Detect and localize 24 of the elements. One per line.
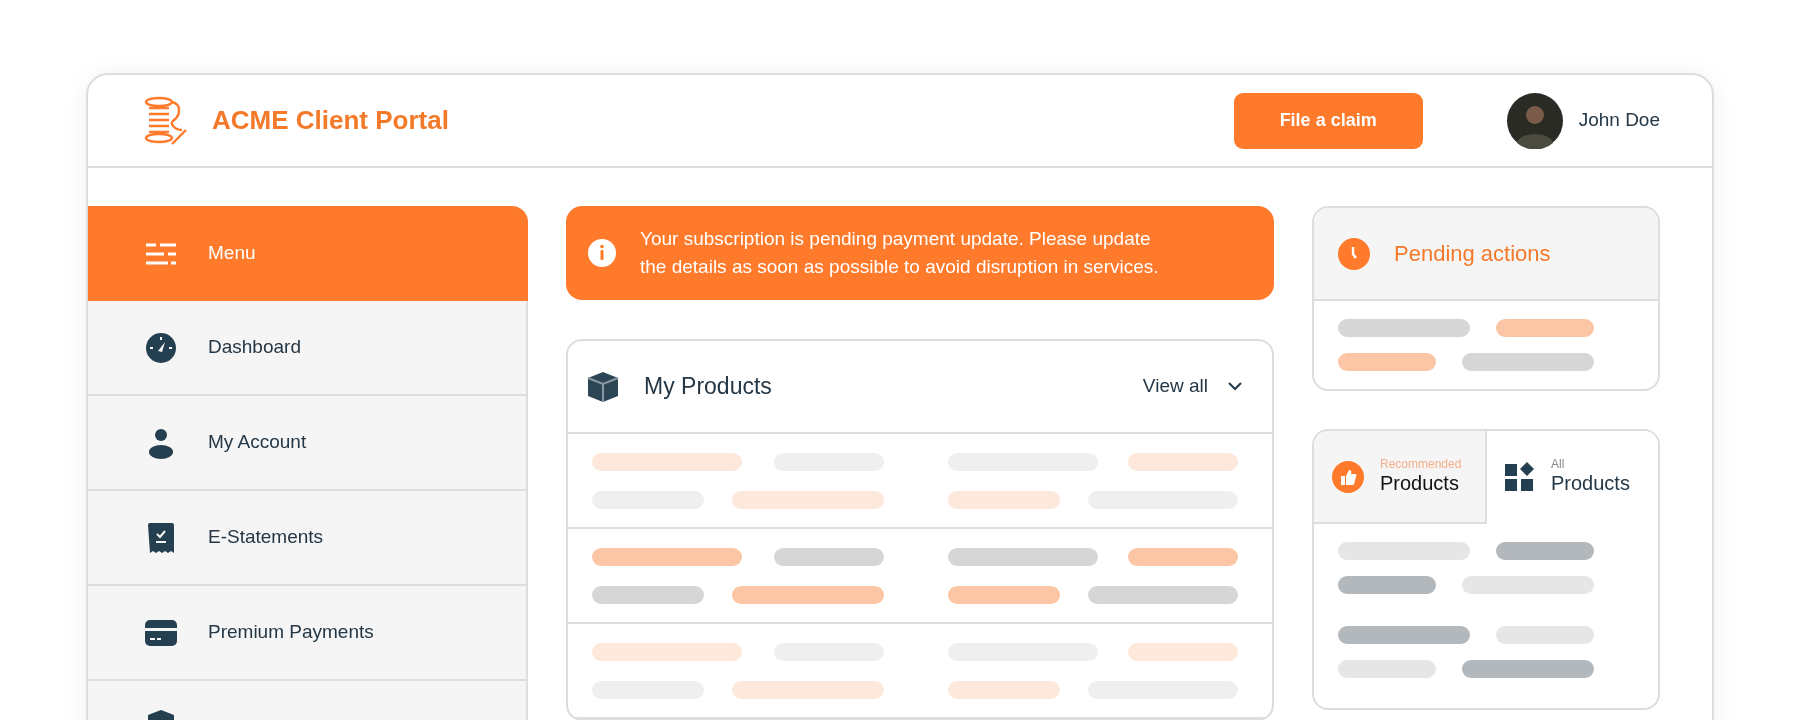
grid-icon: [1505, 461, 1535, 492]
person-icon: [147, 426, 175, 459]
thumbs-up-icon: [1332, 460, 1364, 493]
user-name[interactable]: John Doe: [1578, 106, 1660, 135]
sidebar-item[interactable]: Dashboard: [88, 301, 528, 396]
box-icon: [586, 369, 620, 404]
sidebar-item[interactable]: Premium Payments: [88, 586, 528, 681]
info-icon: [588, 239, 616, 267]
chevron-down-icon: [1228, 382, 1242, 391]
card-title: My Products: [644, 372, 772, 402]
card-title: Pending actions: [1394, 240, 1551, 268]
menu-icon: [146, 241, 176, 266]
app-title: ACME Client Portal: [212, 104, 449, 137]
product-tab[interactable]: Recommended Products: [1314, 431, 1487, 524]
sidebar-item[interactable]: My Account: [88, 396, 528, 491]
avatar[interactable]: [1506, 92, 1563, 149]
receipt-icon: [146, 521, 176, 554]
spool-logo-icon: [142, 95, 188, 146]
clock-icon: [1338, 237, 1370, 270]
alert-message: Your subscription is pending payment update. Please update the details as soon as possible to avoid disruption in services.: [640, 227, 1160, 279]
sidebar-item[interactable]: E-Statements: [88, 491, 528, 586]
card-icon: [145, 619, 177, 646]
view-all-dropdown[interactable]: View all: [1142, 372, 1242, 401]
gauge-icon: [145, 331, 177, 364]
